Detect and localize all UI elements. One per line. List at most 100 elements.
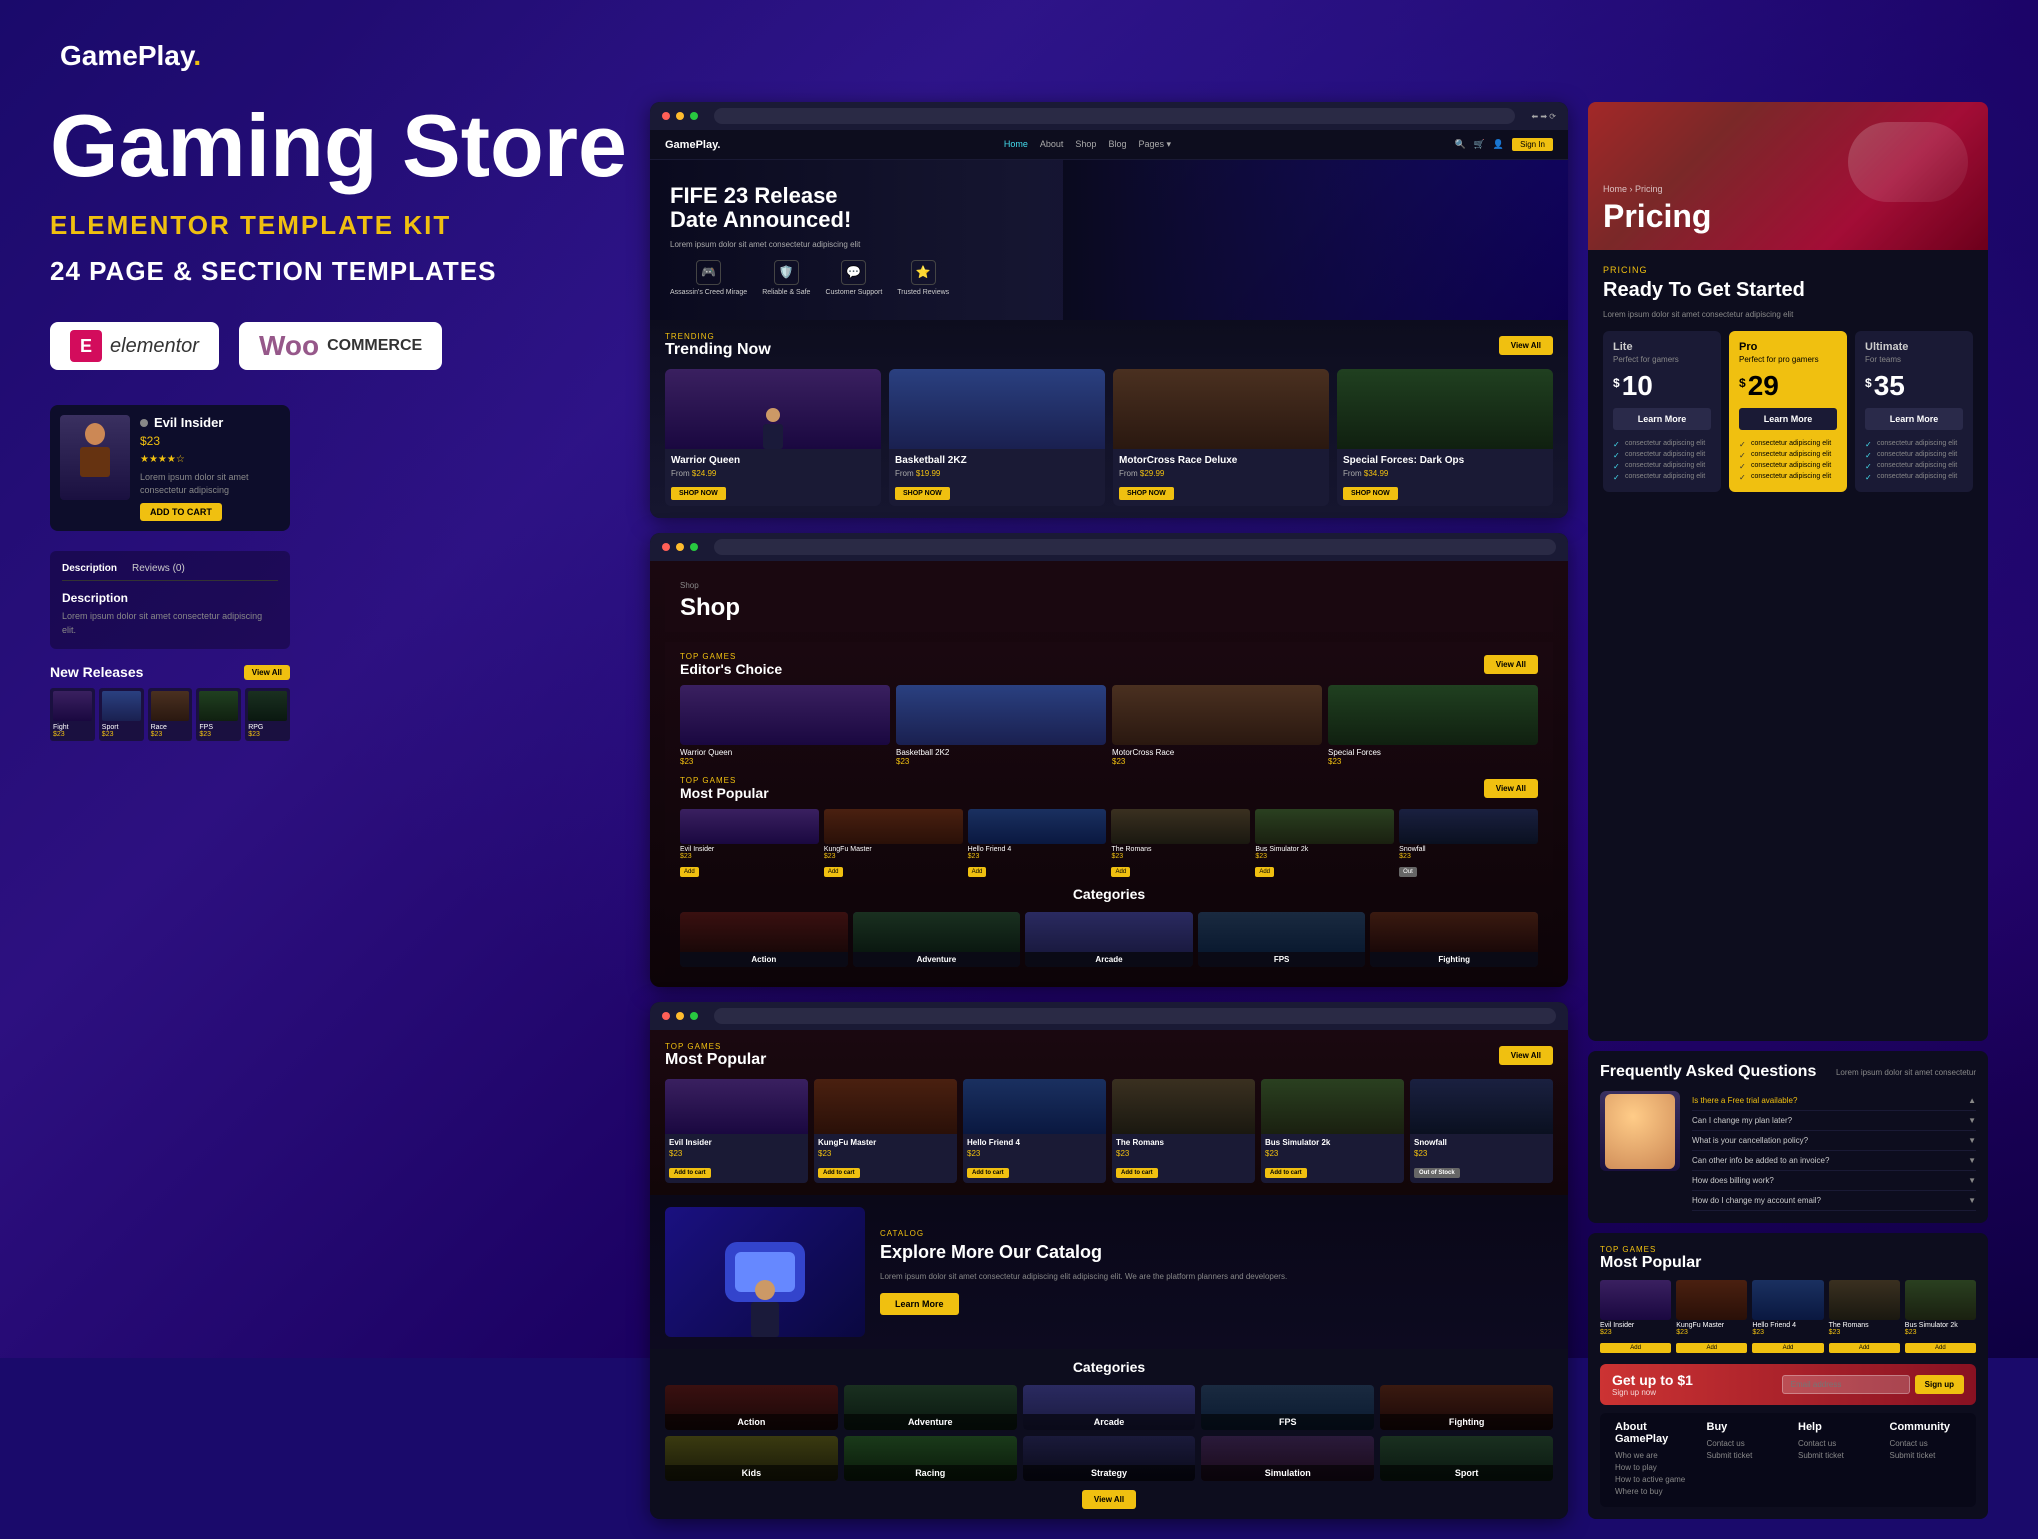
footer-link[interactable]: Where to buy bbox=[1615, 1487, 1687, 1496]
category-item-kids[interactable]: Kids bbox=[665, 1436, 838, 1481]
shop-popular-title: Most Popular bbox=[680, 785, 769, 801]
category-item-racing[interactable]: Racing bbox=[844, 1436, 1017, 1481]
browser-close[interactable] bbox=[662, 1012, 670, 1020]
add-to-cart-button[interactable]: Add to cart bbox=[1265, 1168, 1307, 1178]
popular-card-info: Snowfall $23 Out of Stock bbox=[1410, 1134, 1553, 1183]
category-arcade[interactable]: Arcade bbox=[1025, 912, 1193, 967]
footer-link[interactable]: How to active game bbox=[1615, 1475, 1687, 1484]
footer-link[interactable]: Submit ticket bbox=[1798, 1451, 1870, 1460]
add-to-cart-button[interactable]: Add bbox=[1752, 1343, 1823, 1353]
trending-header: TRENDING Trending Now View All bbox=[665, 332, 1553, 359]
browser-maximize[interactable] bbox=[690, 543, 698, 551]
browser-url[interactable] bbox=[714, 539, 1556, 555]
sign-in-button[interactable]: Sign In bbox=[1512, 138, 1553, 151]
category-item-sport[interactable]: Sport bbox=[1380, 1436, 1553, 1481]
add-to-cart-mini[interactable]: Add bbox=[968, 867, 987, 877]
category-fps[interactable]: FPS bbox=[1198, 912, 1366, 967]
shop-now-button[interactable]: Shop Now bbox=[1343, 487, 1398, 500]
category-item-simulation[interactable]: Simulation bbox=[1201, 1436, 1374, 1481]
add-to-cart-mini[interactable]: Add bbox=[680, 867, 699, 877]
browser-minimize[interactable] bbox=[676, 543, 684, 551]
category-item-fighting[interactable]: Fighting bbox=[1380, 1385, 1553, 1430]
price-row-lite: $ 10 bbox=[1613, 372, 1711, 400]
browser-url[interactable] bbox=[714, 108, 1515, 124]
category-item-strategy[interactable]: Strategy bbox=[1023, 1436, 1196, 1481]
add-to-cart-button[interactable]: Add to cart bbox=[967, 1168, 1009, 1178]
browser-maximize[interactable] bbox=[690, 112, 698, 120]
add-to-cart-button[interactable]: Add bbox=[1905, 1343, 1976, 1353]
footer-link[interactable]: Submit ticket bbox=[1707, 1451, 1779, 1460]
nav-link-blog[interactable]: Blog bbox=[1108, 139, 1126, 150]
browser-maximize[interactable] bbox=[690, 1012, 698, 1020]
browser-minimize[interactable] bbox=[676, 112, 684, 120]
view-all-categories-button[interactable]: View All bbox=[1082, 1490, 1136, 1509]
user-icon[interactable]: 👤 bbox=[1493, 139, 1504, 150]
category-fighting[interactable]: Fighting bbox=[1370, 912, 1538, 967]
shop-now-button[interactable]: Shop Now bbox=[895, 487, 950, 500]
add-to-cart-button[interactable]: Add bbox=[1600, 1343, 1671, 1353]
faq-item-email[interactable]: How do I change my account email? ▼ bbox=[1692, 1191, 1976, 1211]
add-to-cart-mini[interactable]: Add bbox=[1255, 867, 1274, 877]
catalog-title: Explore More Our Catalog bbox=[880, 1242, 1553, 1263]
category-item-adventure[interactable]: Adventure bbox=[844, 1385, 1017, 1430]
faq-item-cancellation[interactable]: What is your cancellation policy? ▼ bbox=[1692, 1131, 1976, 1151]
faq-item-plan[interactable]: Can I change my plan later? ▼ bbox=[1692, 1111, 1976, 1131]
nav-link-about[interactable]: About bbox=[1040, 139, 1064, 150]
nav-link-shop[interactable]: Shop bbox=[1075, 139, 1096, 150]
category-item-arcade[interactable]: Arcade bbox=[1023, 1385, 1196, 1430]
sign-up-button[interactable]: Sign up bbox=[1915, 1375, 1964, 1394]
game-title: Hello Friend 4 bbox=[968, 846, 1107, 853]
shop-now-button[interactable]: Shop Now bbox=[1119, 487, 1174, 500]
footer-link[interactable]: Contact us bbox=[1798, 1439, 1870, 1448]
game-price: $23 bbox=[1600, 1329, 1671, 1336]
faq-chevron-icon: ▼ bbox=[1968, 1136, 1976, 1145]
footer-link[interactable]: Who we are bbox=[1615, 1451, 1687, 1460]
search-icon[interactable]: 🔍 bbox=[1454, 139, 1465, 150]
add-to-cart-button[interactable]: Add to cart bbox=[140, 503, 222, 521]
game-card-info: Warrior Queen From $24.99 Shop Now bbox=[665, 449, 881, 506]
category-action[interactable]: Action bbox=[680, 912, 848, 967]
faq-item-billing[interactable]: How does billing work? ▼ bbox=[1692, 1171, 1976, 1191]
ec-header: TOP GAMES Editor's Choice View All bbox=[680, 652, 1538, 677]
add-to-cart-mini[interactable]: Add bbox=[824, 867, 843, 877]
shop-now-button[interactable]: Shop Now bbox=[671, 487, 726, 500]
category-item-action[interactable]: Action bbox=[665, 1385, 838, 1430]
add-to-cart-button[interactable]: Add to cart bbox=[1116, 1168, 1158, 1178]
trending-view-all-button[interactable]: View All bbox=[1499, 336, 1553, 355]
nav-link-home[interactable]: Home bbox=[1004, 139, 1028, 150]
category-item-fps[interactable]: FPS bbox=[1201, 1385, 1374, 1430]
popular-right-title: Most Popular bbox=[1600, 1254, 1976, 1272]
footer-link[interactable]: How to play bbox=[1615, 1463, 1687, 1472]
add-to-cart-button[interactable]: Add bbox=[1676, 1343, 1747, 1353]
browser-minimize[interactable] bbox=[676, 1012, 684, 1020]
release-img bbox=[151, 691, 190, 721]
faq-item-invoice[interactable]: Can other info be added to an invoice? ▼ bbox=[1692, 1151, 1976, 1171]
category-adventure[interactable]: Adventure bbox=[853, 912, 1021, 967]
ec-game-price: $23 bbox=[1328, 757, 1538, 766]
new-releases-view-all[interactable]: View All bbox=[244, 665, 290, 680]
shop-popular-view-all[interactable]: View All bbox=[1484, 779, 1538, 798]
cart-icon[interactable]: 🛒 bbox=[1474, 139, 1485, 150]
sign-up-email-input[interactable] bbox=[1782, 1375, 1910, 1394]
learn-more-pro-button[interactable]: Learn More bbox=[1739, 408, 1837, 430]
browser-close[interactable] bbox=[662, 543, 670, 551]
faq-item-trial[interactable]: Is there a Free trial available? ▲ bbox=[1692, 1091, 1976, 1111]
add-to-cart-mini[interactable]: Add bbox=[1111, 867, 1130, 877]
popular-view-all-button[interactable]: View All bbox=[1499, 1046, 1553, 1065]
desc-tab-description[interactable]: Description bbox=[62, 563, 117, 574]
add-to-cart-button[interactable]: Add bbox=[1829, 1343, 1900, 1353]
footer-link[interactable]: Submit ticket bbox=[1890, 1451, 1962, 1460]
add-to-cart-button[interactable]: Add to cart bbox=[818, 1168, 860, 1178]
browser-close[interactable] bbox=[662, 112, 670, 120]
add-to-cart-button[interactable]: Add to cart bbox=[669, 1168, 711, 1178]
learn-more-ultimate-button[interactable]: Learn More bbox=[1865, 408, 1963, 430]
footer-link[interactable]: Contact us bbox=[1707, 1439, 1779, 1448]
ec-game-img bbox=[1112, 685, 1322, 745]
nav-link-pages[interactable]: Pages ▾ bbox=[1138, 139, 1171, 150]
learn-more-button[interactable]: Learn More bbox=[880, 1293, 959, 1315]
browser-url[interactable] bbox=[714, 1008, 1556, 1024]
desc-tab-reviews[interactable]: Reviews (0) bbox=[132, 563, 185, 574]
learn-more-lite-button[interactable]: Learn More bbox=[1613, 408, 1711, 430]
footer-link[interactable]: Contact us bbox=[1890, 1439, 1962, 1448]
ec-view-all[interactable]: View All bbox=[1484, 655, 1538, 674]
